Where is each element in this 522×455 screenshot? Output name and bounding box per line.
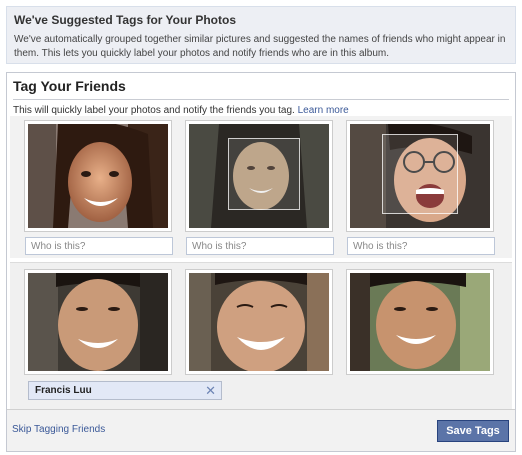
who-is-this-input-1[interactable]: Who is this? (25, 237, 173, 255)
face-photo-3[interactable] (346, 120, 494, 232)
who-is-this-input-3[interactable]: Who is this? (347, 237, 495, 255)
title-divider (13, 99, 509, 100)
suggestion-banner: We've Suggested Tags for Your Photos We'… (6, 6, 516, 64)
face-detection-box (382, 134, 458, 214)
tagged-name-token[interactable]: Francis Luu ✕ (28, 381, 222, 400)
face-photo-5[interactable] (185, 269, 333, 375)
face-photo-2-image (189, 124, 329, 228)
close-icon[interactable]: ✕ (205, 383, 216, 399)
face-detection-box (228, 138, 300, 210)
suggestion-group-1: Who is this? Who is this? Who is this? (10, 116, 512, 258)
suggestion-group-2: Francis Luu ✕ (10, 262, 512, 410)
banner-title: We've Suggested Tags for Your Photos (14, 13, 236, 27)
tagged-name: Francis Luu (35, 385, 92, 396)
face-photo-6[interactable] (346, 269, 494, 375)
face-photo-1[interactable] (24, 120, 172, 232)
subtitle-text: This will quickly label your photos and … (13, 105, 295, 116)
banner-description: We've automatically grouped together sim… (14, 34, 506, 59)
who-is-this-input-2[interactable]: Who is this? (186, 237, 334, 255)
face-photo-5-image (189, 273, 329, 371)
face-photo-4[interactable] (24, 269, 172, 375)
learn-more-link[interactable]: Learn more (298, 105, 349, 116)
face-photo-6-image (350, 273, 490, 371)
face-photo-3-image (350, 124, 490, 228)
skip-tagging-link[interactable]: Skip Tagging Friends (12, 424, 105, 435)
panel-subtitle: This will quickly label your photos and … (13, 105, 349, 116)
face-photo-1-image (28, 124, 168, 228)
panel-footer: Skip Tagging Friends Save Tags (7, 409, 515, 451)
save-tags-button[interactable]: Save Tags (437, 420, 509, 442)
tag-friends-panel: Tag Your Friends This will quickly label… (6, 72, 516, 452)
panel-title: Tag Your Friends (13, 78, 126, 94)
face-photo-4-image (28, 273, 168, 371)
face-photo-2[interactable] (185, 120, 333, 232)
